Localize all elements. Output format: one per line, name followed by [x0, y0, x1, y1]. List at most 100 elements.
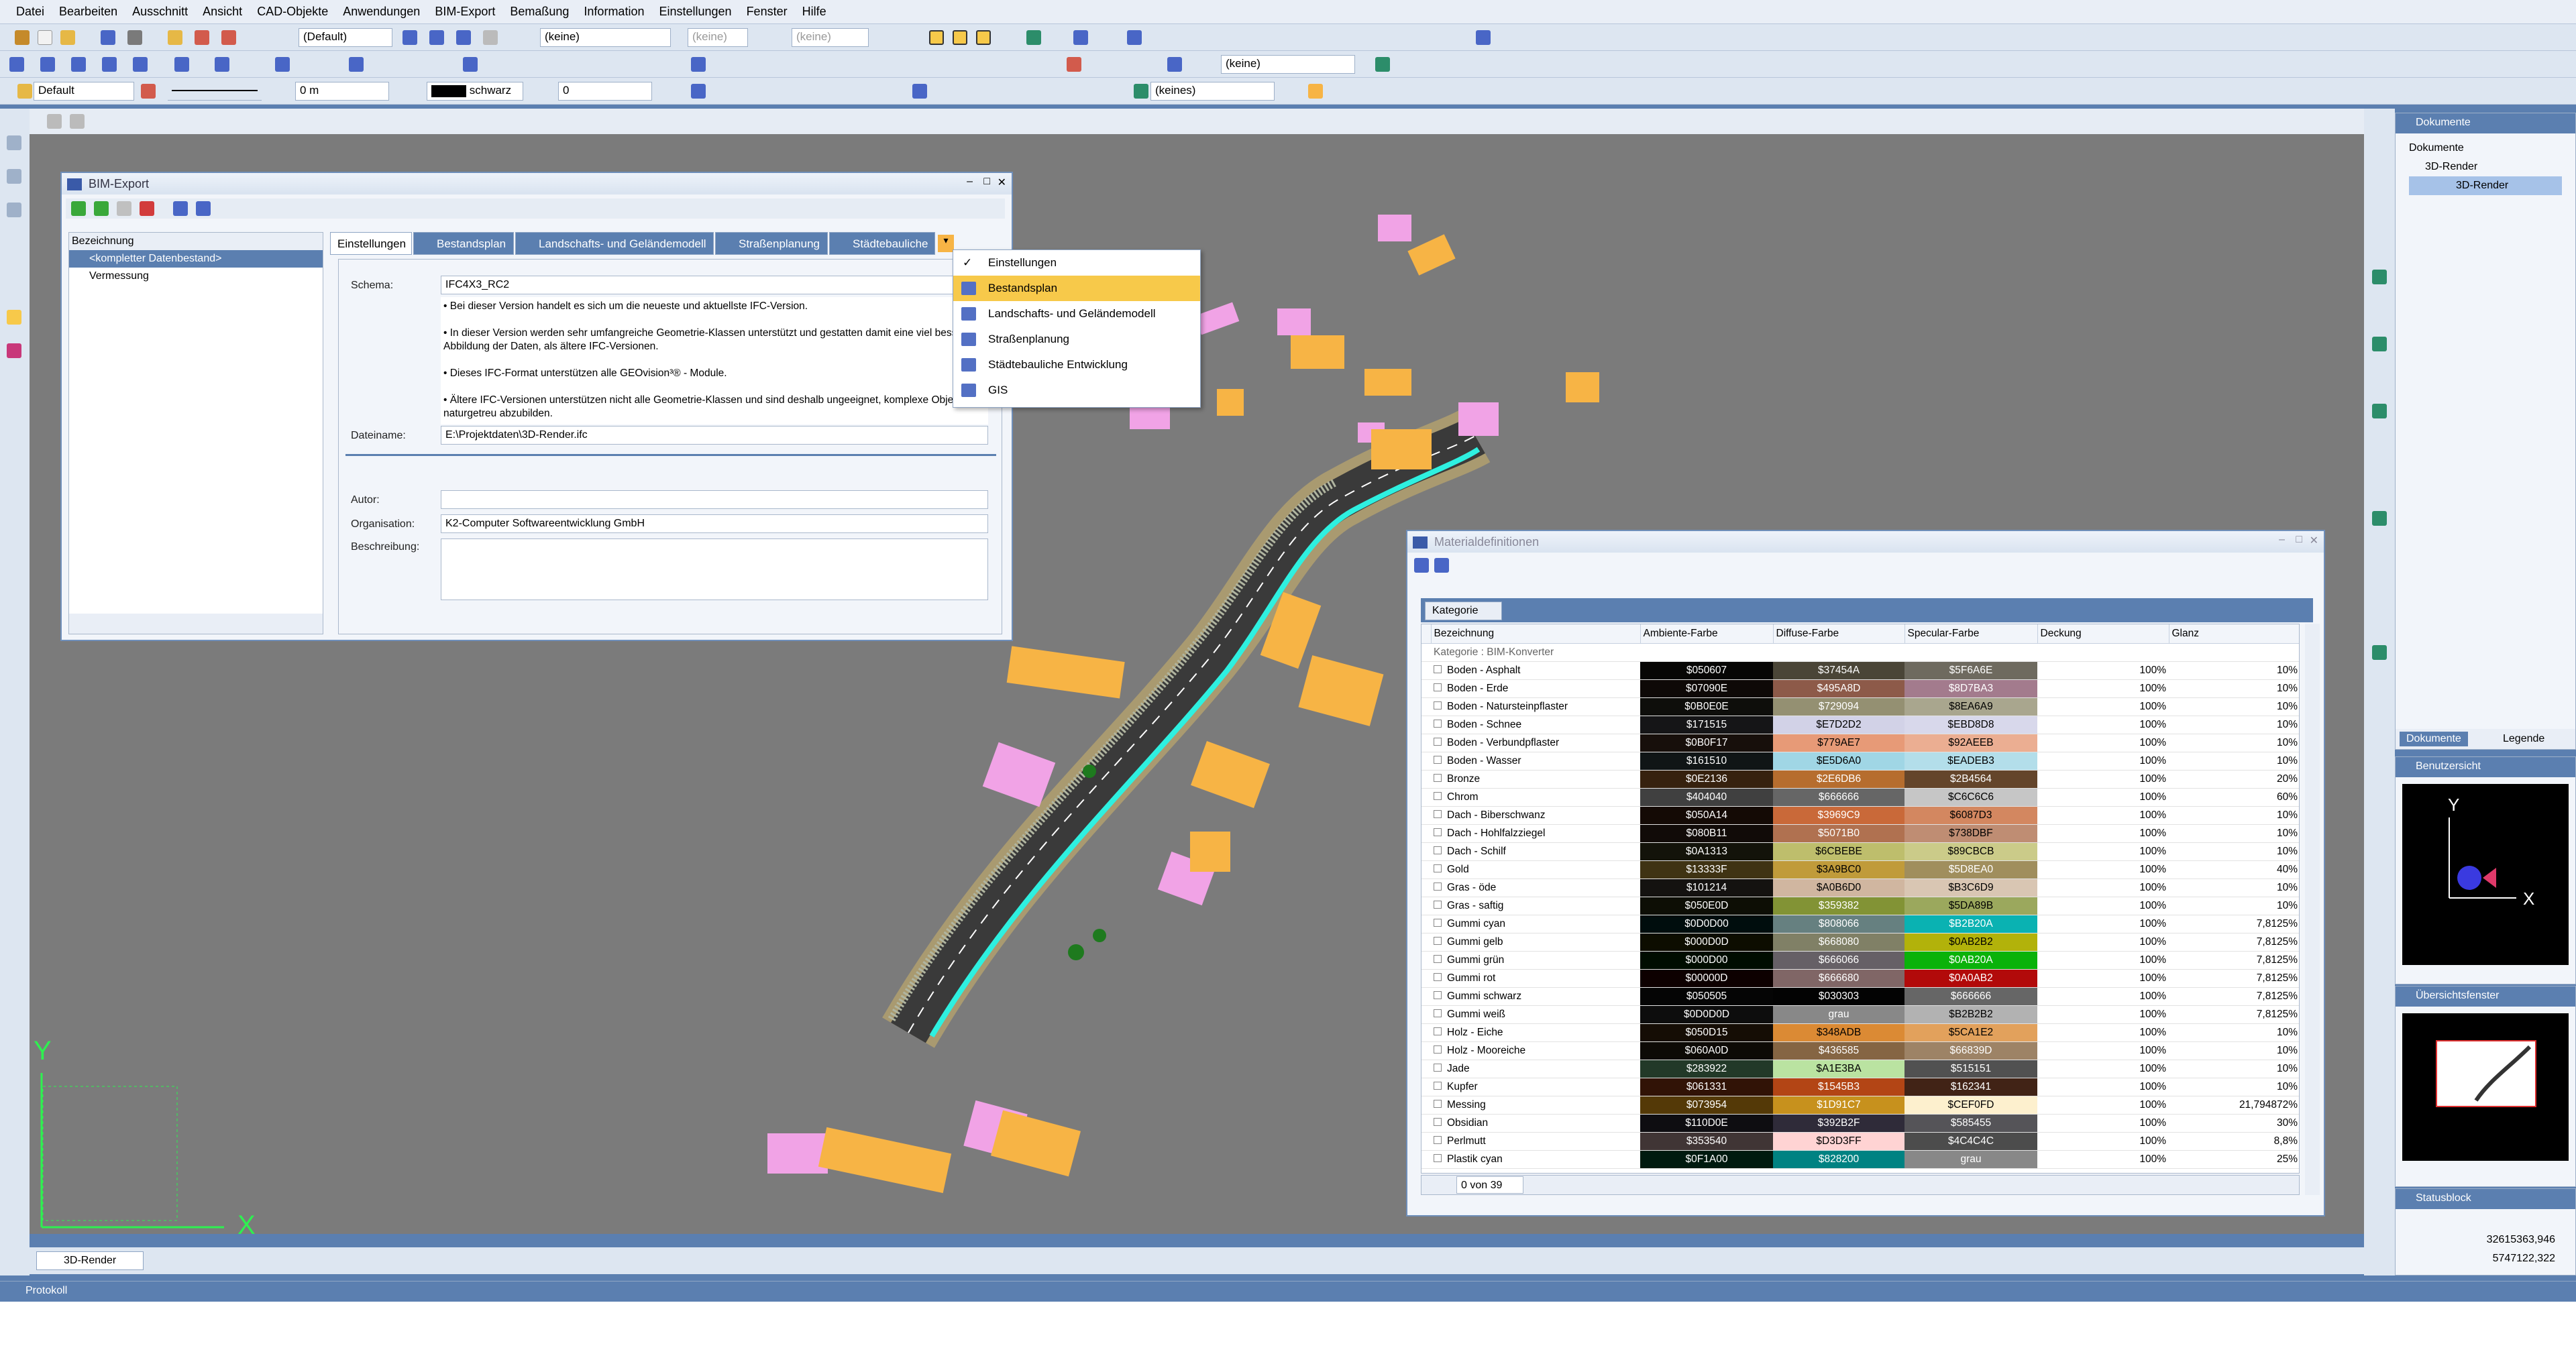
color-select[interactable]: schwarz — [427, 82, 523, 101]
cell-ambient[interactable]: $283922 — [1640, 1060, 1773, 1078]
cell-ambient[interactable]: $0B0E0E — [1640, 697, 1773, 716]
cell-name[interactable]: Gold — [1444, 860, 1640, 879]
vtool-2-icon[interactable] — [7, 169, 21, 184]
cell-diffuse[interactable]: $392B2F — [1773, 1114, 1904, 1133]
row-checkbox[interactable] — [1431, 1078, 1444, 1096]
dropdown-staedtebau[interactable]: Städtebauliche Entwicklung — [953, 352, 1200, 378]
schema-select[interactable]: IFC4X3_RC2 — [441, 276, 988, 294]
row-checkbox[interactable] — [1431, 969, 1444, 988]
cell-opacity[interactable]: 100% — [2037, 752, 2169, 771]
new-file-icon[interactable] — [38, 30, 52, 45]
cell-specular[interactable]: $666666 — [1904, 987, 2037, 1006]
doc-tree-leaf[interactable]: 3D-Render — [2409, 176, 2562, 195]
cell-gloss[interactable]: 10% — [2169, 806, 2299, 825]
cell-ambient[interactable]: $13333F — [1640, 860, 1773, 879]
tab-bestandsplan[interactable]: Bestandsplan — [413, 232, 514, 255]
file-field[interactable]: E:\Projektdaten\3D-Render.ifc — [441, 426, 988, 445]
tab-gelaende[interactable]: Landschafts- und Geländemodell — [515, 232, 714, 255]
group-icon[interactable] — [1134, 84, 1148, 99]
cell-opacity[interactable]: 100% — [2037, 1041, 2169, 1060]
dropdown-bestandsplan[interactable]: Bestandsplan — [953, 276, 1200, 301]
row-checkbox[interactable] — [1431, 679, 1444, 698]
tab-documents[interactable]: Dokumente — [2400, 732, 2468, 746]
cell-gloss[interactable]: 10% — [2169, 1060, 2299, 1078]
table-row[interactable]: Bronze $0E2136 $2E6DB6 $2B4564 100% 20% — [1421, 770, 2299, 789]
tree-pager[interactable] — [69, 614, 323, 634]
rect-tool-icon[interactable] — [174, 57, 189, 72]
cell-specular[interactable]: $B2B20A — [1904, 915, 2037, 933]
cell-opacity[interactable]: 100% — [2037, 1132, 2169, 1151]
back-icon[interactable] — [1375, 57, 1390, 72]
layer-select[interactable]: (keine) — [540, 28, 671, 47]
cell-specular[interactable]: $EADEB3 — [1904, 752, 2037, 771]
pager-field[interactable]: 0 von 39 — [1456, 1176, 1523, 1194]
cell-ambient[interactable]: $060A0D — [1640, 1041, 1773, 1060]
layer-select-3[interactable]: (keine) — [792, 28, 869, 47]
cell-gloss[interactable]: 10% — [2169, 878, 2299, 897]
close-button[interactable]: ✕ — [2310, 534, 2318, 547]
cell-gloss[interactable]: 10% — [2169, 1078, 2299, 1096]
table-row[interactable]: Boden - Asphalt $050607 $37454A $5F6A6E 100%… — [1421, 661, 2299, 680]
table-row[interactable]: Jade $283922 $A1E3BA $515151 100% 10% — [1421, 1060, 2299, 1078]
material-scrollbar[interactable] — [2305, 624, 2320, 1195]
row-checkbox[interactable] — [1431, 697, 1444, 716]
cell-name[interactable]: Boden - Schnee — [1444, 716, 1640, 734]
cell-diffuse[interactable]: $348ADB — [1773, 1023, 1904, 1042]
doc-tree-child[interactable]: 3D-Render — [2409, 158, 2562, 176]
row-checkbox[interactable] — [1431, 1150, 1444, 1169]
cell-gloss[interactable]: 10% — [2169, 679, 2299, 698]
cell-ambient[interactable]: $073954 — [1640, 1096, 1773, 1115]
cell-diffuse[interactable]: $37454A — [1773, 661, 1904, 680]
cell-opacity[interactable]: 100% — [2037, 860, 2169, 879]
cell-diffuse[interactable]: grau — [1773, 1005, 1904, 1024]
cell-gloss[interactable]: 25% — [2169, 1150, 2299, 1169]
print-icon[interactable] — [127, 30, 142, 45]
cell-ambient[interactable]: $0D0D0D — [1640, 1005, 1773, 1024]
menu-item[interactable]: Datei — [16, 5, 44, 19]
cell-gloss[interactable]: 10% — [2169, 897, 2299, 915]
cell-diffuse[interactable]: $030303 — [1773, 987, 1904, 1006]
settings-icon[interactable] — [196, 201, 211, 216]
cell-specular[interactable]: $0AB2B2 — [1904, 933, 2037, 952]
cell-opacity[interactable]: 100% — [2037, 1078, 2169, 1096]
cell-diffuse[interactable]: $5071B0 — [1773, 824, 1904, 843]
arc-tool-icon[interactable] — [275, 57, 290, 72]
cell-diffuse[interactable]: $666680 — [1773, 969, 1904, 988]
cell-diffuse[interactable]: $1545B3 — [1773, 1078, 1904, 1096]
polyline-tool-icon[interactable] — [40, 57, 55, 72]
menu-item[interactable]: CAD-Objekte — [257, 5, 328, 19]
cell-gloss[interactable]: 10% — [2169, 1023, 2299, 1042]
cell-specular[interactable]: $2B4564 — [1904, 770, 2037, 789]
cell-name[interactable]: Gummi weiß — [1444, 1005, 1640, 1024]
cell-opacity[interactable]: 100% — [2037, 661, 2169, 680]
cell-name[interactable]: Gummi gelb — [1444, 933, 1640, 952]
table-row[interactable]: Gummi weiß $0D0D0D grau $B2B2B2 100% 7,8125% — [1421, 1005, 2299, 1024]
col-gloss[interactable]: Glanz — [2169, 624, 2299, 644]
row-checkbox[interactable] — [1431, 897, 1444, 915]
menu-item[interactable]: Hilfe — [802, 5, 826, 19]
cell-specular[interactable]: $CEF0FD — [1904, 1096, 2037, 1115]
row-checkbox[interactable] — [1431, 770, 1444, 789]
table-row[interactable]: Gras - öde $101214 $A0B6D0 $B3C6D9 100% 10% — [1421, 878, 2299, 897]
row-checkbox[interactable] — [1431, 1005, 1444, 1024]
refresh-icon[interactable] — [1026, 30, 1041, 45]
pen-select[interactable]: Default — [34, 82, 134, 101]
cell-specular[interactable]: $B2B2B2 — [1904, 1005, 2037, 1024]
cell-name[interactable]: Boden - Asphalt — [1444, 661, 1640, 680]
cell-name[interactable]: Plastik cyan — [1444, 1150, 1640, 1169]
cell-gloss[interactable]: 10% — [2169, 661, 2299, 680]
row-checkbox[interactable] — [1431, 806, 1444, 825]
text-tool-icon[interactable] — [463, 57, 478, 72]
maximize-button[interactable]: □ — [2296, 534, 2302, 546]
cell-opacity[interactable]: 100% — [2037, 951, 2169, 970]
cell-opacity[interactable]: 100% — [2037, 1023, 2169, 1042]
col-name[interactable]: Bezeichnung — [1431, 624, 1641, 644]
select-tool-icon[interactable] — [15, 30, 30, 45]
table-row[interactable]: Gummi cyan $0D0D00 $808066 $B2B20A 100% 7,812… — [1421, 915, 2299, 933]
cell-opacity[interactable]: 100% — [2037, 987, 2169, 1006]
circle-tool-icon[interactable] — [215, 57, 229, 72]
cell-name[interactable]: Gras - öde — [1444, 878, 1640, 897]
cell-ambient[interactable]: $050D15 — [1640, 1023, 1773, 1042]
cell-diffuse[interactable]: $359382 — [1773, 897, 1904, 915]
col-diffuse[interactable]: Diffuse-Farbe — [1773, 624, 1905, 644]
